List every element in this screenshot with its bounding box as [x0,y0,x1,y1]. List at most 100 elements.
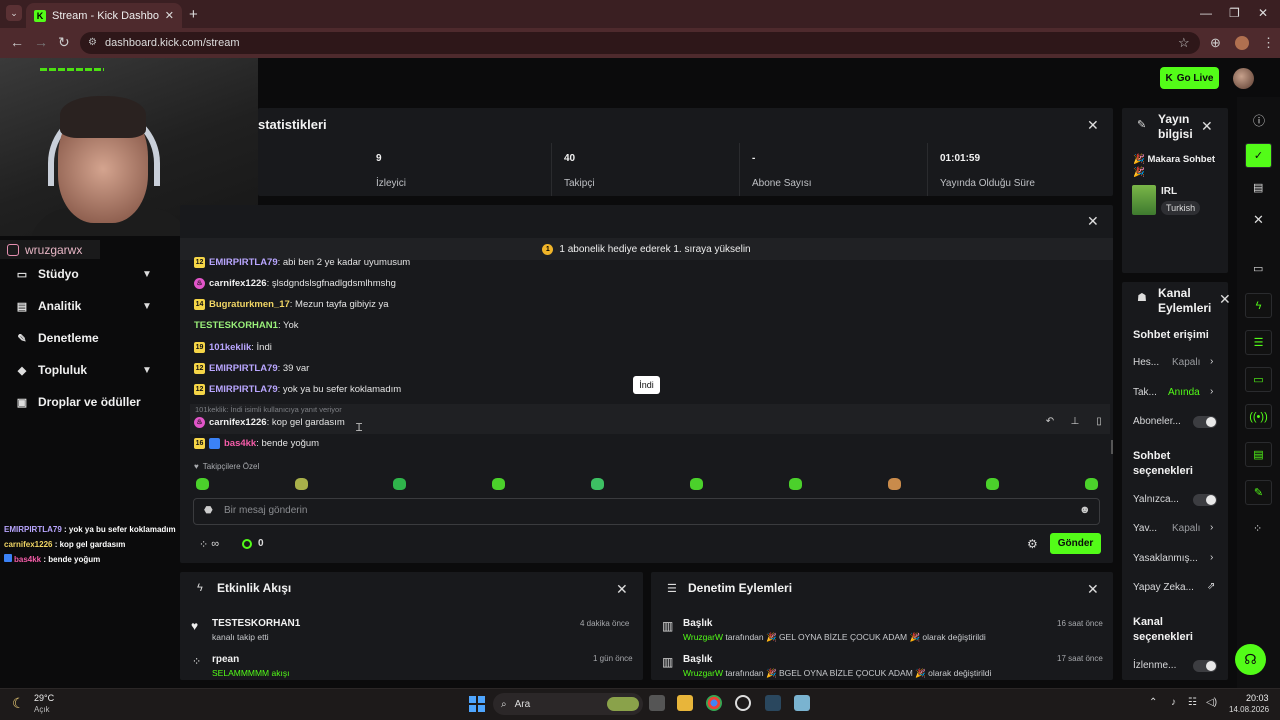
pin-icon[interactable]: ⊥ [1065,413,1085,429]
stream-info-close-icon[interactable]: ✕ [1201,118,1213,135]
check-icon[interactable]: ✓ [1245,143,1272,168]
close-icon[interactable]: ✕ [1253,212,1264,228]
emote[interactable] [196,478,209,490]
microphone-icon[interactable]: ♪ [1171,697,1176,708]
emote[interactable] [591,478,604,490]
chevron-right-icon[interactable]: › [1210,552,1213,563]
setting-value[interactable]: Kapalı [1172,357,1200,368]
sidebar-item-drops[interactable]: ▣ Droplar ve ödüller [16,395,166,409]
chat-username[interactable]: Bugraturkmen_17 [209,299,290,310]
community-icon[interactable]: ⁘ [1253,522,1262,535]
emoji-icon[interactable]: ☻ [1079,504,1091,516]
emote-only-toggle[interactable] [1193,494,1217,506]
browser-menu-icon[interactable]: ⋮ [1262,35,1275,51]
task-view-icon[interactable] [649,695,665,711]
chrome-icon[interactable] [706,695,722,711]
chat-username[interactable]: TESTESKORHAN1 [194,320,278,331]
browser-tab[interactable]: K Stream - Kick Dashboard ✕ [26,3,182,28]
window-close-icon[interactable]: ✕ [1258,6,1268,20]
chat-message[interactable]: 16 bas4kk: bende yoğum [194,438,319,449]
slow-mode-indicator[interactable]: ⁘ ∞ [199,538,219,551]
setting-value[interactable]: Anında [1168,387,1200,398]
profile-icon[interactable] [1235,36,1249,50]
chat-settings-icon[interactable]: ⚙ [1027,537,1038,551]
chat-username[interactable]: bas4kk [224,438,256,449]
send-button[interactable]: Gönder [1050,533,1101,554]
chat-scrollbar[interactable] [1111,440,1113,454]
chat-message[interactable]: TESTESKORHAN1: Yok [194,320,299,331]
site-info-icon[interactable]: ⚙ [88,32,97,54]
clock-date[interactable]: 14.08.2026 [1229,705,1269,714]
go-live-button[interactable]: K Go Live [1160,67,1219,89]
emote[interactable] [888,478,901,490]
activity-user[interactable]: TESTESKORHAN1 [212,618,300,629]
weather-temp[interactable]: 29°C [34,693,54,703]
taskbar-search[interactable]: ⌕ Ara [493,693,643,715]
chat-message[interactable]: ♨ carnifex1226: kop gel gardasım [194,417,345,428]
chat-input[interactable] [224,505,1064,516]
tab-search-button[interactable]: ⌄ [6,5,22,21]
channel-points[interactable]: 0 [242,538,264,549]
sidebar-item-moderation[interactable]: ✎ Denetleme [16,331,166,345]
tray-chevron-icon[interactable]: ⌃ [1149,697,1157,708]
clock-time[interactable]: 20:03 [1246,693,1269,703]
category-name[interactable]: IRL [1161,186,1177,197]
sidebar-item-analytics[interactable]: ▤ Analitik ▼ [16,299,166,313]
layout-icon[interactable]: ▤ [1253,181,1263,194]
sidebar-item-community[interactable]: ◆ Topluluk ▼ [16,363,166,377]
steam-icon[interactable] [765,695,781,711]
chat-username[interactable]: EMIRPIRTLA79 [209,363,278,374]
lightning-icon[interactable]: ϟ [1245,293,1272,318]
chat-message[interactable]: 12 EMIRPIRTLA79: abi ben 2 ye kadar uyum… [194,257,410,268]
download-icon[interactable]: ⊕ [1210,35,1221,51]
chat-username[interactable]: carnifex1226 [209,417,267,428]
volume-icon[interactable]: ◁) [1206,697,1217,708]
minimize-icon[interactable]: — [1200,6,1212,20]
maximize-icon[interactable]: ❐ [1229,6,1240,20]
activity-close-icon[interactable]: ✕ [616,581,628,598]
chevron-right-icon[interactable]: › [1210,356,1213,367]
sidebar-item-studio[interactable]: ▭ Stüdyo ▼ [16,267,166,281]
file-explorer-icon[interactable] [677,695,693,711]
app-icon[interactable] [735,695,751,711]
tab-close-icon[interactable]: ✕ [165,9,174,22]
chat-message[interactable]: ♨ carnifex1226: şlsdgndslsgfnadlgdsmlhms… [194,278,396,289]
reload-icon[interactable]: ↻ [58,34,70,51]
bookmark-star-icon[interactable]: ☆ [1178,35,1190,51]
wrench-icon[interactable]: ✎ [1245,480,1272,505]
stats-close-icon[interactable]: ✕ [1087,117,1099,134]
emote[interactable] [1085,478,1098,490]
chat-close-icon[interactable]: ✕ [1087,213,1099,230]
stream-info-icon[interactable]: ▤ [1245,442,1272,467]
moderation-user[interactable]: WruzgarW [683,668,723,678]
emote[interactable] [690,478,703,490]
broadcast-icon[interactable]: ((•)) [1245,404,1272,429]
shield-icon[interactable]: ⬣ [204,505,213,516]
new-tab-button[interactable]: + [189,6,198,23]
chat-icon[interactable]: ▭ [1245,367,1272,392]
setting-value[interactable]: Kapalı [1172,523,1200,534]
moderation-close-icon[interactable]: ✕ [1087,581,1099,598]
moderation-user[interactable]: WruzgarW [683,632,723,642]
app-icon[interactable] [794,695,810,711]
chat-username[interactable]: carnifex1226 [209,278,267,289]
info-icon[interactable]: ⓘ [1253,112,1265,129]
subscribers-only-toggle[interactable] [1193,416,1217,428]
chat-message[interactable]: 14 Bugraturkmen_17: Mezun tayfa gibiyiz … [194,299,389,310]
chat-username[interactable]: EMIRPIRTLA79 [209,257,278,268]
delete-icon[interactable]: ▯ [1089,413,1109,429]
chat-username[interactable]: 101keklik [209,342,251,353]
chat-message[interactable]: 19 101keklik: İndi [194,342,272,353]
network-icon[interactable]: ☷ [1188,697,1197,708]
start-icon[interactable] [469,696,485,712]
stats-icon[interactable]: ▭ [1253,262,1263,275]
activity-user[interactable]: rpean [212,654,239,665]
emote[interactable] [986,478,999,490]
forward-icon[interactable]: → [34,34,48,50]
url-bar[interactable]: ⚙ dashboard.kick.com/stream [80,32,1200,54]
chevron-right-icon[interactable]: › [1210,386,1213,397]
avatar[interactable] [1233,68,1254,89]
chevron-right-icon[interactable]: › [1210,522,1213,533]
emote[interactable] [492,478,505,490]
list-icon[interactable]: ☰ [1245,330,1272,355]
